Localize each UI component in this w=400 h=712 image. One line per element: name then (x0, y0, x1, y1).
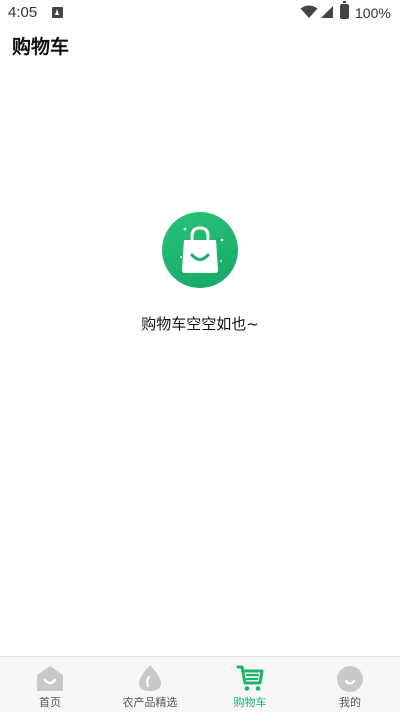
home-icon (37, 666, 63, 691)
nav-item-home[interactable]: 首页 (0, 657, 100, 712)
status-time: 4:05 (8, 4, 38, 21)
battery-percent: 100% (355, 5, 391, 21)
battery-icon (340, 1, 349, 19)
nav-label-profile: 我的 (339, 696, 361, 709)
nav-item-profile[interactable]: 我的 (300, 657, 400, 712)
drop-icon (139, 665, 161, 691)
status-bar: 4:05 100% (0, 0, 400, 28)
nav-item-produce[interactable]: 农产品精选 (100, 657, 200, 712)
nav-label-produce: 农产品精选 (122, 696, 178, 709)
nav-label-home: 首页 (39, 696, 61, 709)
bottom-nav: 首页 农产品精选 购物车 我的 (0, 656, 400, 712)
wifi-icon (300, 5, 318, 18)
empty-cart-message: 购物车空空如也~ (141, 315, 259, 333)
notification-icon (52, 7, 63, 18)
empty-cart-state: 购物车空空如也~ (0, 212, 400, 334)
cart-icon (236, 665, 264, 691)
signal-icon (321, 6, 333, 18)
nav-label-cart: 购物车 (233, 696, 267, 709)
profile-icon (337, 666, 363, 692)
nav-item-cart[interactable]: 购物车 (200, 657, 300, 712)
shopping-bag-icon (162, 212, 238, 288)
page-title: 购物车 (12, 36, 70, 58)
